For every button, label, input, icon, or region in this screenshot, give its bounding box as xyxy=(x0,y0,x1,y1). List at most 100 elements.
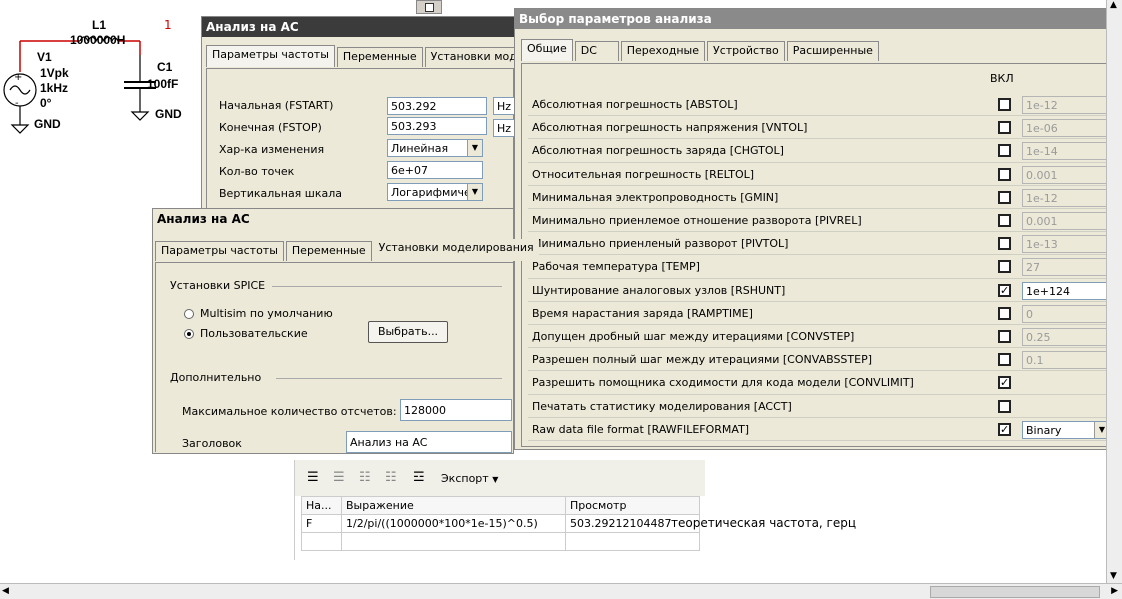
l1-value: 1000000H xyxy=(70,33,126,47)
param-enable-checkbox[interactable]: ✓ xyxy=(998,422,1011,436)
row-divider xyxy=(528,300,1108,302)
radio-custom[interactable] xyxy=(184,329,194,339)
param-value-input[interactable]: 1e-13 xyxy=(1022,235,1110,254)
v1-freq: 1kHz xyxy=(40,81,69,95)
scroll-up-icon[interactable]: ▲ xyxy=(1110,0,1117,10)
expression-panel: ☰ ☰ ☷ ☷ ☲ Экспорт ▼ На... Выражение Прос… xyxy=(294,460,856,560)
fstart-input[interactable]: 503.292 xyxy=(387,97,487,115)
param-value: 0.1 xyxy=(1026,354,1044,368)
sweep-type-value: Линейная xyxy=(391,142,449,155)
param-enable-checkbox[interactable] xyxy=(998,144,1011,158)
row-divider xyxy=(528,440,1108,441)
row-divider xyxy=(528,347,1108,349)
param-label: Разрешен полный шаг между итерациями [CO… xyxy=(532,353,873,367)
sweep-type-select[interactable]: Линейная ▼ xyxy=(387,139,483,157)
param-label: Минимально приенленый разворот [PIVTOL] xyxy=(532,237,789,251)
vertical-scrollbar[interactable]: ▲ ▼ xyxy=(1106,0,1122,583)
param-enable-checkbox[interactable] xyxy=(998,237,1011,251)
param-enable-checkbox[interactable] xyxy=(998,214,1011,227)
vscale-select[interactable]: Логарифмичес ▼ xyxy=(387,183,483,201)
param-enable-checkbox[interactable]: ✓ xyxy=(998,283,1011,297)
move-down-icon[interactable]: ☷ xyxy=(385,470,397,485)
tab-general[interactable]: Общие xyxy=(521,39,573,61)
col-expr-header[interactable]: Выражение xyxy=(341,496,566,515)
move-up-icon[interactable]: ☷ xyxy=(359,470,371,485)
table-options-icon[interactable]: ☲ xyxy=(413,470,425,485)
c1-value: 100fF xyxy=(147,77,179,91)
ac-analysis-window-top: Анализ на AC Параметры частоты Переменны… xyxy=(201,16,558,214)
param-value-input[interactable]: 0.1 xyxy=(1022,351,1110,370)
param-value: 0.001 xyxy=(1026,215,1058,228)
param-value-input[interactable]: 0.001 xyxy=(1022,212,1110,230)
horizontal-scrollbar[interactable]: ◀ ▶ xyxy=(0,583,1122,599)
svg-text:-: - xyxy=(15,98,19,109)
param-enable-checkbox[interactable] xyxy=(998,190,1011,204)
param-value: 1e-12 xyxy=(1026,191,1058,205)
select-button[interactable]: Выбрать... xyxy=(368,321,448,343)
param-value-input[interactable]: 0 xyxy=(1022,304,1110,323)
max-points-input[interactable]: 128000 xyxy=(400,399,512,421)
param-enable-checkbox[interactable] xyxy=(998,260,1011,274)
row-name-cell[interactable]: F xyxy=(301,514,342,533)
tab-frequency-params[interactable]: Параметры частоты xyxy=(206,45,335,67)
col-name-header[interactable]: На... xyxy=(301,496,342,515)
param-enable-checkbox[interactable] xyxy=(998,121,1011,135)
param-value: 1e-13 xyxy=(1026,238,1058,252)
param-value-input[interactable]: 1e-06 xyxy=(1022,119,1110,138)
chevron-down-icon[interactable]: ▼ xyxy=(467,140,482,156)
param-label: Абсолютная погрешность напряжения [VNTOL… xyxy=(532,121,808,135)
export-menu[interactable]: Экспорт ▼ xyxy=(441,472,498,485)
param-value-input[interactable]: 0.25 xyxy=(1022,328,1110,346)
fstart-unit[interactable]: Hz xyxy=(493,97,515,115)
fstop-label: Конечная (FSTOP) xyxy=(219,121,322,134)
param-value-input[interactable]: 27 xyxy=(1022,258,1110,277)
param-enable-checkbox[interactable] xyxy=(998,330,1011,343)
param-enable-checkbox[interactable] xyxy=(998,399,1011,413)
points-input[interactable]: 6e+07 xyxy=(387,161,483,179)
document-icon[interactable] xyxy=(416,0,442,14)
tab-transient[interactable]: Переходные xyxy=(620,41,706,61)
fstart-label: Начальная (FSTART) xyxy=(219,99,334,112)
heading-input[interactable]: Анализ на AC xyxy=(346,431,512,453)
param-value-input[interactable]: 1e+124 xyxy=(1022,281,1110,300)
param-enable-checkbox[interactable] xyxy=(998,306,1011,320)
tab-advanced[interactable]: Расширенные xyxy=(786,41,879,61)
radio-default[interactable] xyxy=(184,309,194,319)
rawformat-select[interactable]: Binary ▼ xyxy=(1022,420,1110,439)
tab-variables[interactable]: Переменные xyxy=(336,47,423,67)
fstop-unit[interactable]: Hz xyxy=(493,119,515,137)
param-label: Шунтирование аналоговых узлов [RSHUNT] xyxy=(532,283,786,297)
tab-variables[interactable]: Переменные xyxy=(285,241,372,261)
param-enable-checkbox[interactable] xyxy=(998,98,1011,111)
delete-row-icon[interactable]: ☰ xyxy=(333,470,345,485)
gnd-left-label: GND xyxy=(34,117,61,131)
scroll-thumb[interactable] xyxy=(930,586,1100,598)
add-row-icon[interactable]: ☰ xyxy=(307,470,319,485)
row-expr-cell[interactable]: 1/2/pi/((1000000*100*1e-15)^0.5) xyxy=(341,514,566,533)
scroll-right-icon[interactable]: ▶ xyxy=(1111,586,1118,596)
col-view-header[interactable]: Просмотр xyxy=(565,496,700,515)
param-value-input[interactable]: 0.001 xyxy=(1022,165,1110,184)
row-divider xyxy=(528,370,1108,372)
param-enable-checkbox[interactable] xyxy=(998,353,1011,367)
tab-frequency-params[interactable]: Параметры частоты xyxy=(155,241,284,261)
scroll-left-icon[interactable]: ◀ xyxy=(2,586,9,596)
param-value-input[interactable]: 1e-12 xyxy=(1022,96,1110,114)
chevron-down-icon[interactable]: ▼ xyxy=(467,184,482,200)
tab-sim-settings[interactable]: Установки моделирования xyxy=(373,239,539,261)
param-enable-checkbox[interactable]: ✓ xyxy=(998,376,1011,390)
param-value-input[interactable]: 1e-12 xyxy=(1022,188,1110,207)
table-row[interactable]: F 1/2/pi/((1000000*100*1e-15)^0.5) 503.2… xyxy=(301,514,700,533)
scroll-down-icon[interactable]: ▼ xyxy=(1110,571,1117,581)
fstop-input[interactable]: 503.293 xyxy=(387,117,487,135)
vscale-label: Вертикальная шкала xyxy=(219,187,343,200)
param-value-input[interactable]: 1e-14 xyxy=(1022,142,1110,161)
frequency-note: теоретическая частота, герц xyxy=(671,516,857,530)
group-divider xyxy=(272,286,502,287)
tab-device[interactable]: Устройство xyxy=(707,41,785,61)
sim-settings-panel: Установки SPICE Multisim по умолчанию По… xyxy=(155,262,513,453)
row-divider xyxy=(528,277,1108,279)
tab-dc[interactable]: DC xyxy=(574,41,619,61)
param-enable-checkbox[interactable] xyxy=(998,167,1011,181)
row-divider xyxy=(528,254,1108,256)
